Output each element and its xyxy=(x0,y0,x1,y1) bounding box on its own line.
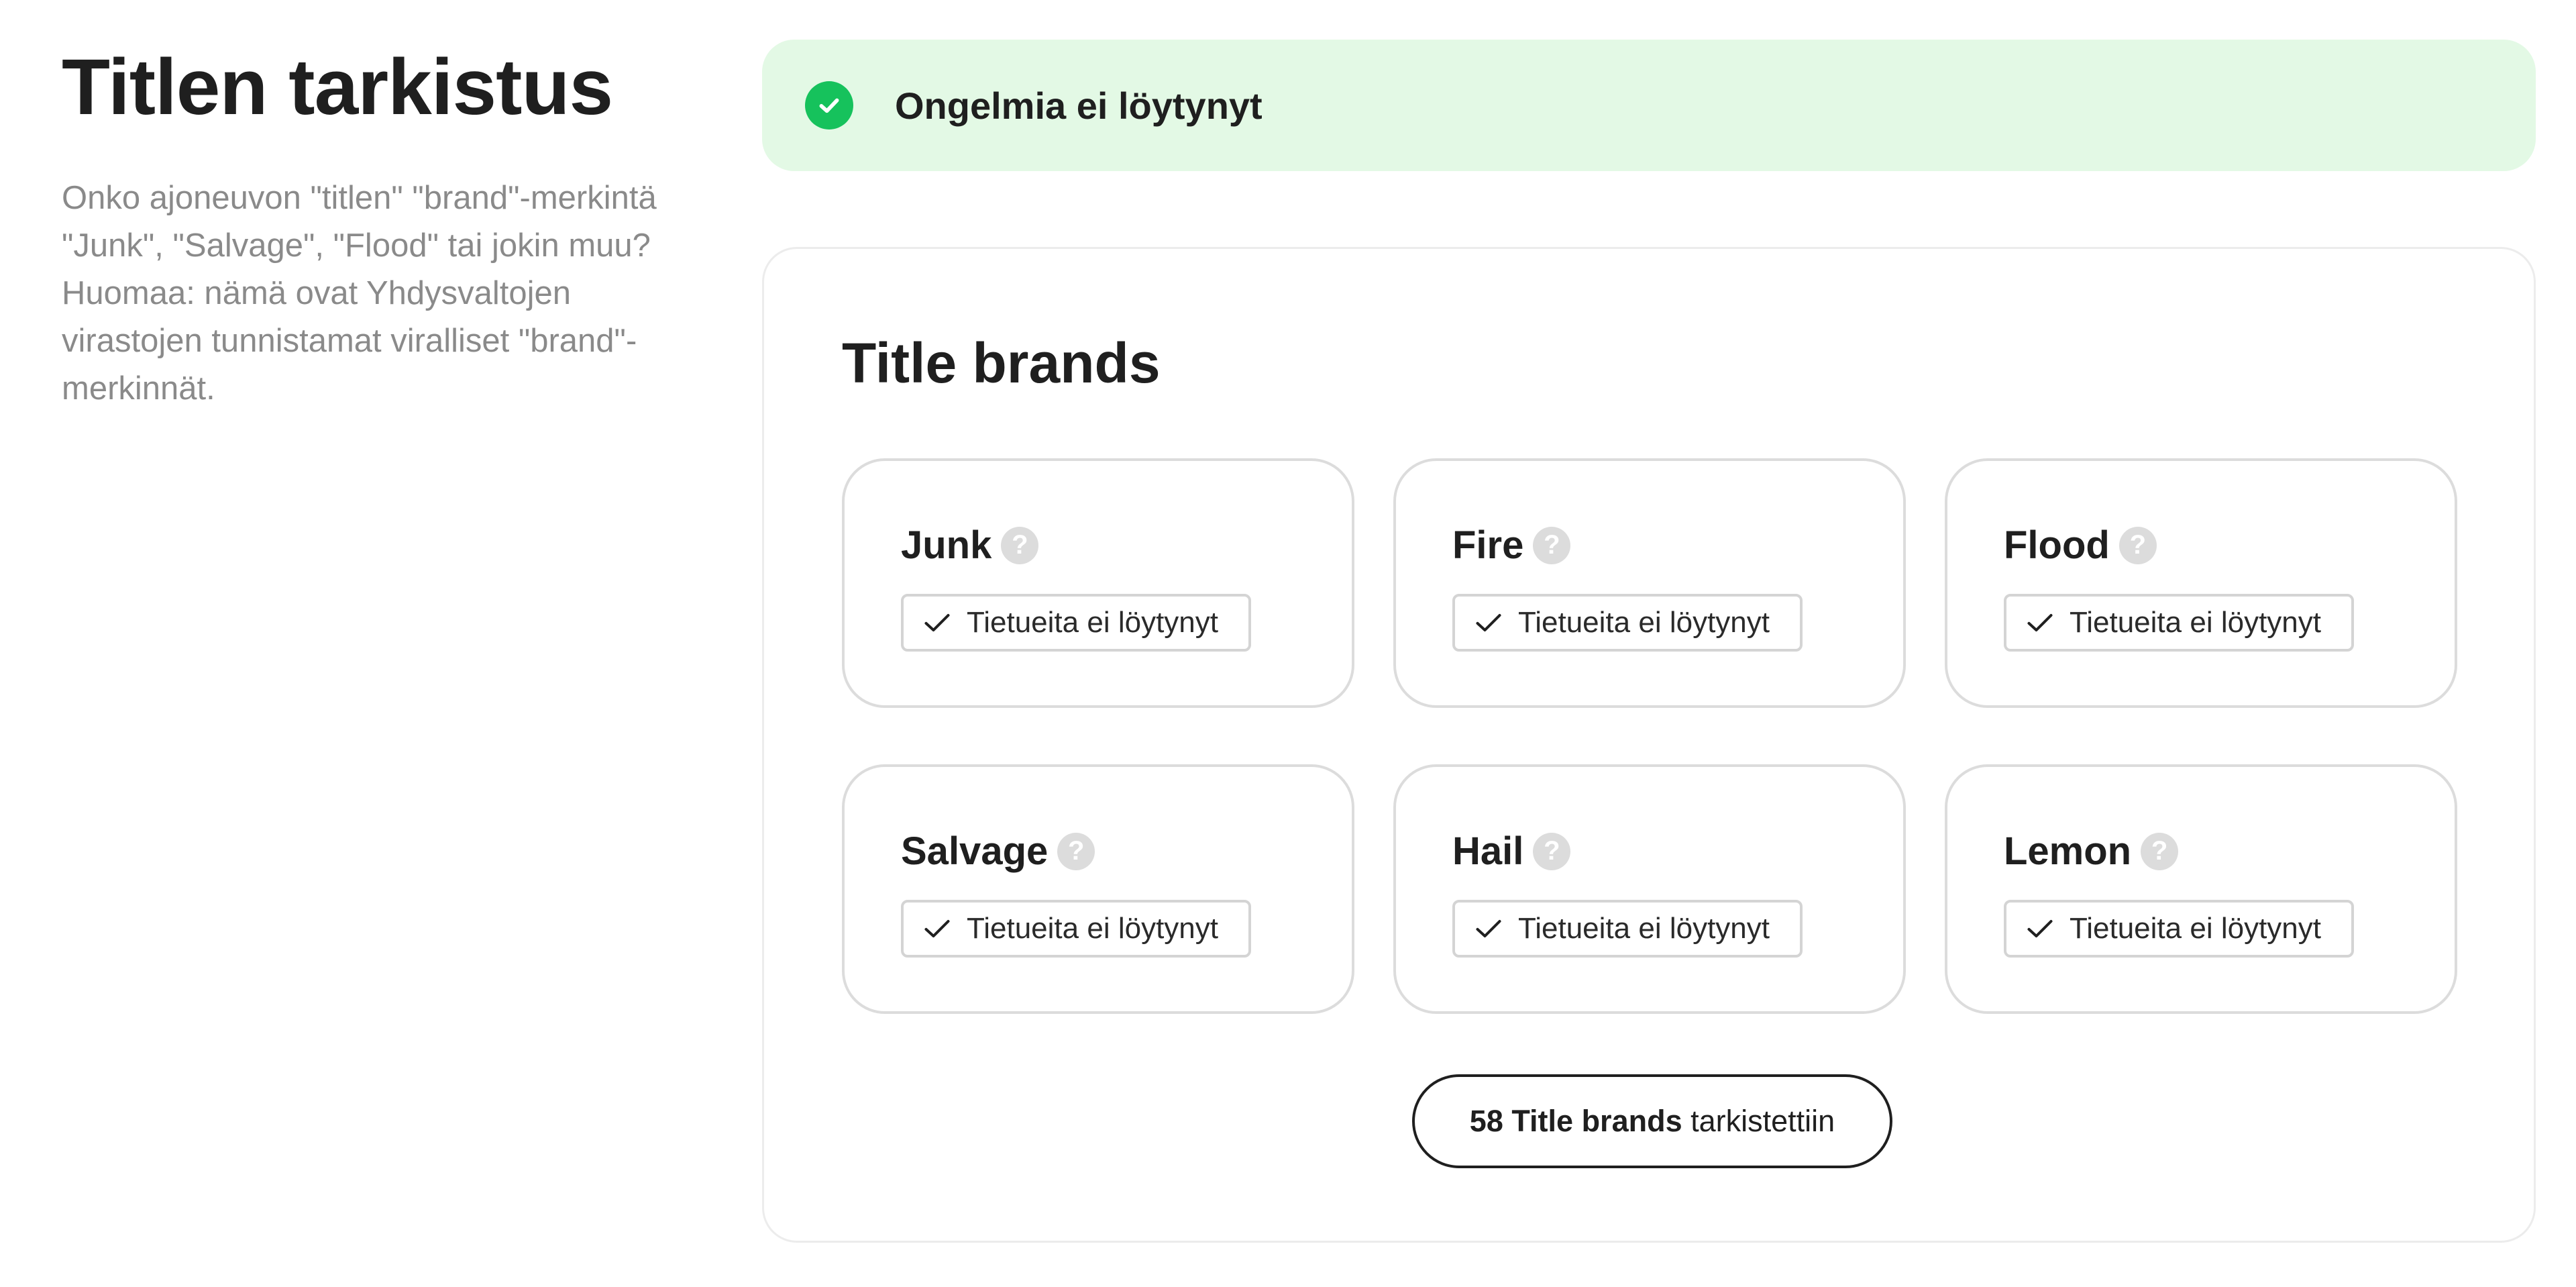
check-icon xyxy=(2027,919,2053,938)
brand-tile-fire: Fire ? Tietueita ei löytynyt xyxy=(1393,458,1906,708)
brand-name: Hail xyxy=(1452,829,1524,873)
summary-count: 58 xyxy=(1469,1104,1503,1138)
brand-heading: Salvage ? xyxy=(901,829,1095,874)
status-text: Tietueita ei löytynyt xyxy=(1518,912,1770,945)
summary-label: Title brands xyxy=(1511,1104,1682,1138)
brand-name: Lemon xyxy=(2004,829,2132,873)
banner-text: Ongelmia ei löytynyt xyxy=(895,84,1263,127)
summary-suffix: tarkistettiin xyxy=(1690,1104,1835,1138)
status-text: Tietueita ei löytynyt xyxy=(2070,606,2321,639)
status-text: Tietueita ei löytynyt xyxy=(967,912,1218,945)
brand-tile-lemon: Lemon ? Tietueita ei löytynyt xyxy=(1945,764,2457,1014)
brand-heading: Junk ? xyxy=(901,523,1039,568)
brand-name: Salvage xyxy=(901,829,1049,873)
help-icon[interactable]: ? xyxy=(2141,832,2179,870)
help-icon[interactable]: ? xyxy=(1057,832,1095,870)
card-title: Title brands xyxy=(842,331,1161,395)
check-icon xyxy=(1476,919,1501,938)
help-icon[interactable]: ? xyxy=(1001,526,1039,564)
brand-name: Fire xyxy=(1452,523,1524,567)
status-pill: Tietueita ei löytynyt xyxy=(1452,900,1803,958)
status-pill: Tietueita ei löytynyt xyxy=(2004,900,2354,958)
page-title: Titlen tarkistus xyxy=(62,43,613,132)
brand-name: Junk xyxy=(901,523,992,567)
status-text: Tietueita ei löytynyt xyxy=(1518,606,1770,639)
page: Titlen tarkistus Onko ajoneuvon "titlen"… xyxy=(0,0,2576,1287)
brand-tile-flood: Flood ? Tietueita ei löytynyt xyxy=(1945,458,2457,708)
help-icon[interactable]: ? xyxy=(1533,526,1571,564)
check-icon xyxy=(1476,613,1501,632)
title-brands-card: Title brands Junk ? Tietueita ei löytyny… xyxy=(762,247,2536,1243)
brand-tile-hail: Hail ? Tietueita ei löytynyt xyxy=(1393,764,1906,1014)
brand-name: Flood xyxy=(2004,523,2110,567)
brand-tile-junk: Junk ? Tietueita ei löytynyt xyxy=(842,458,1354,708)
brand-heading: Fire ? xyxy=(1452,523,1571,568)
intro-section: Titlen tarkistus Onko ajoneuvon "titlen"… xyxy=(62,40,692,413)
brand-tile-salvage: Salvage ? Tietueita ei löytynyt xyxy=(842,764,1354,1014)
help-icon[interactable]: ? xyxy=(2118,526,2157,564)
check-icon xyxy=(924,919,950,938)
status-pill: Tietueita ei löytynyt xyxy=(1452,594,1803,652)
brand-grid: Junk ? Tietueita ei löytynyt Fire ? Tiet… xyxy=(842,458,2457,1014)
help-icon[interactable]: ? xyxy=(1533,832,1571,870)
check-icon xyxy=(924,613,950,632)
status-pill: Tietueita ei löytynyt xyxy=(901,594,1251,652)
brand-heading: Flood ? xyxy=(2004,523,2157,568)
status-pill: Tietueita ei löytynyt xyxy=(901,900,1251,958)
page-description: Onko ajoneuvon "titlen" "brand"-merkintä… xyxy=(62,180,657,407)
status-text: Tietueita ei löytynyt xyxy=(967,606,1218,639)
success-banner: Ongelmia ei löytynyt xyxy=(762,40,2536,171)
check-circle-icon xyxy=(805,81,853,130)
status-pill: Tietueita ei löytynyt xyxy=(2004,594,2354,652)
check-icon xyxy=(2027,613,2053,632)
brand-heading: Lemon ? xyxy=(2004,829,2179,874)
brand-heading: Hail ? xyxy=(1452,829,1571,874)
status-text: Tietueita ei löytynyt xyxy=(2070,912,2321,945)
brands-checked-button[interactable]: 58 Title brands tarkistettiin xyxy=(1412,1074,1892,1168)
